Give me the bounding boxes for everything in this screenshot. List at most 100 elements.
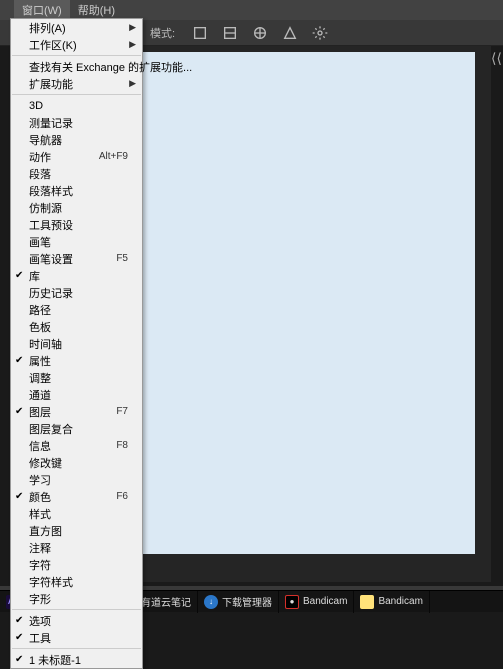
menu-item-label: 图层复合 xyxy=(29,421,128,437)
menu-item[interactable]: ✔ 图层 F7 xyxy=(11,403,142,420)
folder-icon xyxy=(360,595,374,609)
submenu-arrow-icon: ▶ xyxy=(129,39,136,50)
menu-item[interactable]: 画笔设置 F5 xyxy=(11,250,142,267)
menu-separator xyxy=(12,648,141,649)
menu-shortcut: Alt+F9 xyxy=(99,151,128,162)
menu-item-label: 图层 xyxy=(29,404,108,420)
menu-separator xyxy=(12,94,141,95)
window-menu-dropdown: 排列(A)▶ 工作区(K)▶ 查找有关 Exchange 的扩展功能... 扩展… xyxy=(10,18,143,669)
menu-item-label: 画笔 xyxy=(29,234,128,250)
menu-item-label: 通道 xyxy=(29,387,128,403)
menu-shortcut: F6 xyxy=(116,491,128,502)
menu-item-label: 库 xyxy=(29,268,128,284)
menu-item-label: 注释 xyxy=(29,540,128,556)
menu-item[interactable]: 导航器 xyxy=(11,131,142,148)
check-icon: ✔ xyxy=(15,615,23,626)
mode-label: 模式: xyxy=(150,25,175,41)
menu-item[interactable]: 色板 xyxy=(11,318,142,335)
menu-item-label: 测量记录 xyxy=(29,115,128,131)
menu-separator xyxy=(12,609,141,610)
menu-item[interactable]: ✔属性 xyxy=(11,352,142,369)
download-icon: ↓ xyxy=(204,595,218,609)
menu-item[interactable]: 工具预设 xyxy=(11,216,142,233)
menu-item[interactable]: 直方图 xyxy=(11,522,142,539)
submenu-arrow-icon: ▶ xyxy=(129,78,136,89)
mode-icon-2[interactable] xyxy=(219,22,241,44)
menu-item[interactable]: 动作 Alt+F9 xyxy=(11,148,142,165)
menu-separator xyxy=(12,55,141,56)
mode-icon-3[interactable] xyxy=(249,22,271,44)
menu-item-label: 段落样式 xyxy=(29,183,128,199)
menu-item-label: 直方图 xyxy=(29,523,128,539)
menu-item[interactable]: ✔ 颜色 F6 xyxy=(11,488,142,505)
menu-item-label: 色板 xyxy=(29,319,128,335)
menu-item-label: 动作 xyxy=(29,149,91,165)
task-downloader[interactable]: ↓下载管理器 xyxy=(198,591,279,613)
menu-item[interactable]: ✔库 xyxy=(11,267,142,284)
menu-item-label: 仿制源 xyxy=(29,200,128,216)
menu-item[interactable]: 修改键 xyxy=(11,454,142,471)
task-bandicam-2[interactable]: Bandicam xyxy=(354,591,429,613)
menu-item[interactable]: 学习 xyxy=(11,471,142,488)
menu-item[interactable]: 画笔 xyxy=(11,233,142,250)
menu-options[interactable]: ✔选项 xyxy=(11,612,142,629)
menu-item[interactable]: 字形 xyxy=(11,590,142,607)
menu-item-label: 画笔设置 xyxy=(29,251,108,267)
gear-icon[interactable] xyxy=(309,22,331,44)
check-icon: ✔ xyxy=(15,491,23,502)
menu-shortcut: F7 xyxy=(116,406,128,417)
submenu-arrow-icon: ▶ xyxy=(129,22,136,33)
menu-item-label: 路径 xyxy=(29,302,128,318)
menu-item-label: 段落 xyxy=(29,166,128,182)
check-icon: ✔ xyxy=(15,632,23,643)
menu-item[interactable]: 字符样式 xyxy=(11,573,142,590)
task-bandicam-1[interactable]: ●Bandicam xyxy=(279,591,354,613)
menu-item-label: 时间轴 xyxy=(29,336,128,352)
menu-item[interactable]: 信息 F8 xyxy=(11,437,142,454)
menu-item-label: 字符 xyxy=(29,557,128,573)
mode-icon-4[interactable] xyxy=(279,22,301,44)
menu-item-label: 修改键 xyxy=(29,455,128,471)
menu-item-label: 导航器 xyxy=(29,132,128,148)
menu-item[interactable]: 段落 xyxy=(11,165,142,182)
menu-item[interactable]: 测量记录 xyxy=(11,114,142,131)
menu-item-label: 3D xyxy=(29,100,128,112)
menu-window[interactable]: 窗口(W) xyxy=(14,0,70,20)
menu-item[interactable]: 通道 xyxy=(11,386,142,403)
menu-item[interactable]: 历史记录 xyxy=(11,284,142,301)
menu-find-extensions[interactable]: 查找有关 Exchange 的扩展功能... xyxy=(11,58,142,75)
menu-arrange[interactable]: 排列(A)▶ xyxy=(11,19,142,36)
check-icon: ✔ xyxy=(15,270,23,281)
bandicam-icon: ● xyxy=(285,595,299,609)
menu-document-1[interactable]: ✔1 未标题-1 xyxy=(11,651,142,668)
menu-item-label: 信息 xyxy=(29,438,108,454)
check-icon: ✔ xyxy=(15,355,23,366)
menu-tools[interactable]: ✔工具 xyxy=(11,629,142,646)
menu-item[interactable]: 3D xyxy=(11,97,142,114)
menu-item[interactable]: 段落样式 xyxy=(11,182,142,199)
menu-item[interactable]: 注释 xyxy=(11,539,142,556)
menu-item[interactable]: 字符 xyxy=(11,556,142,573)
menu-item[interactable]: 路径 xyxy=(11,301,142,318)
check-icon: ✔ xyxy=(15,406,23,417)
menu-item[interactable]: 仿制源 xyxy=(11,199,142,216)
menu-item-label: 颜色 xyxy=(29,489,108,505)
menu-item-label: 工具预设 xyxy=(29,217,128,233)
menu-item[interactable]: 调整 xyxy=(11,369,142,386)
menu-extensions[interactable]: 扩展功能▶ xyxy=(11,75,142,92)
menu-item-label: 样式 xyxy=(29,506,128,522)
panel-toggle-icon[interactable]: ⟨⟨ xyxy=(491,50,503,80)
menu-item-label: 调整 xyxy=(29,370,128,386)
menu-item[interactable]: 图层复合 xyxy=(11,420,142,437)
menu-item[interactable]: 时间轴 xyxy=(11,335,142,352)
mode-icon-1[interactable] xyxy=(189,22,211,44)
menu-item[interactable]: 样式 xyxy=(11,505,142,522)
menubar: 窗口(W) 帮助(H) xyxy=(0,0,503,20)
menu-help[interactable]: 帮助(H) xyxy=(70,0,123,20)
menu-item-label: 字形 xyxy=(29,591,128,607)
menu-shortcut: F5 xyxy=(116,253,128,264)
menu-shortcut: F8 xyxy=(116,440,128,451)
menu-workspace[interactable]: 工作区(K)▶ xyxy=(11,36,142,53)
check-icon: ✔ xyxy=(15,654,23,665)
menu-item-label: 学习 xyxy=(29,472,128,488)
